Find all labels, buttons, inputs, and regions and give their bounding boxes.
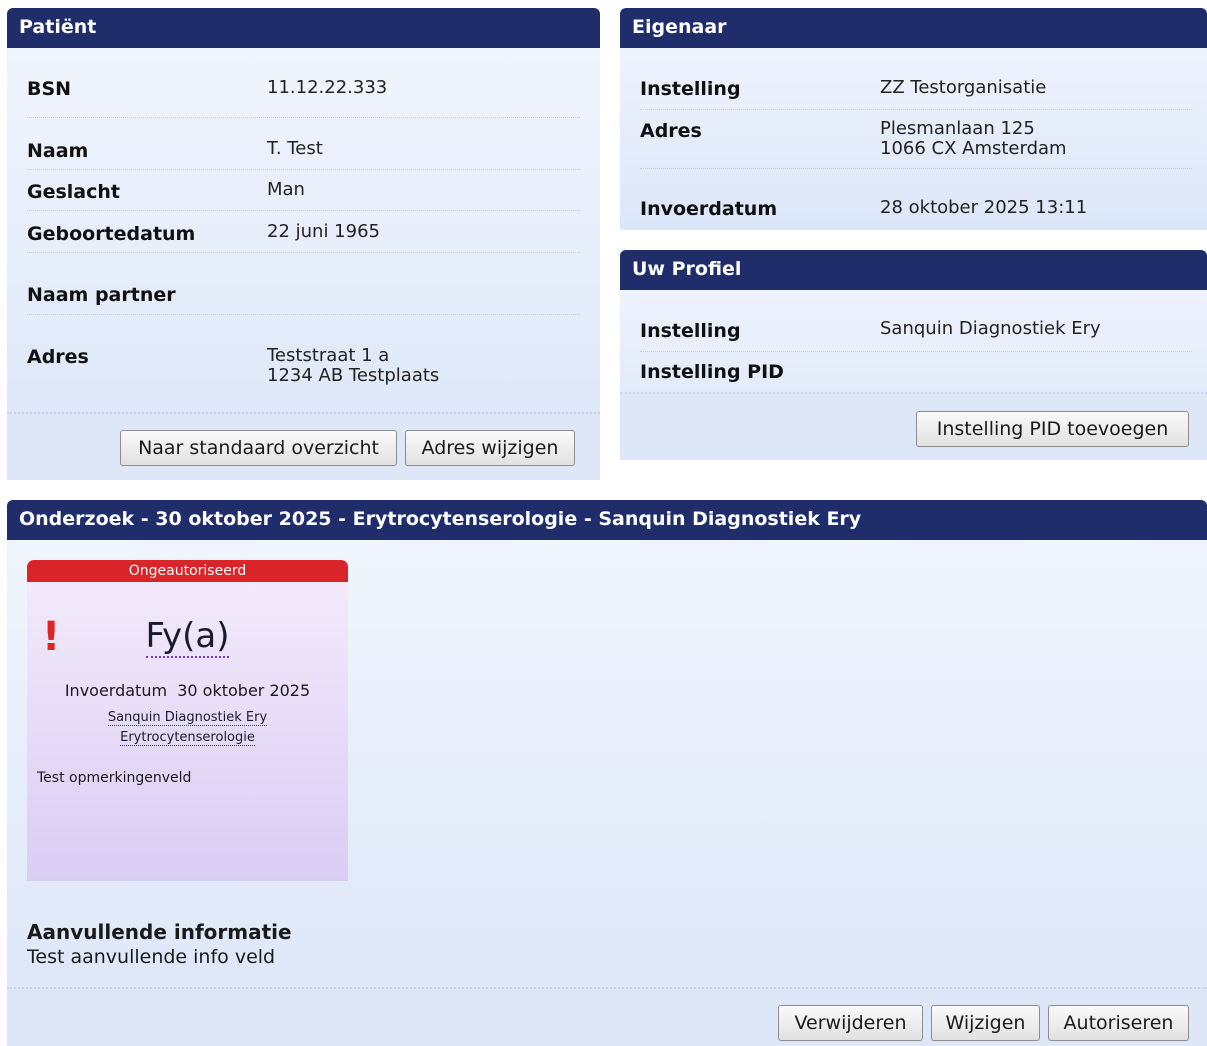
- patient-footer: Naar standaard overzicht Adres wijzigen: [7, 412, 600, 480]
- authorize-button[interactable]: Autoriseren: [1048, 1005, 1189, 1041]
- profile-institution-row: Instelling Sanquin Diagnostiek Ery: [640, 310, 1192, 352]
- exam-panel-title: Onderzoek - 30 oktober 2025 - Erytrocyte…: [7, 500, 1207, 540]
- delete-button[interactable]: Verwijderen: [778, 1005, 923, 1041]
- patient-gender-row: Geslacht Man: [27, 171, 580, 211]
- patient-panel-title: Patiënt: [7, 8, 600, 48]
- field-label: BSN: [27, 78, 72, 100]
- authorization-status-badge: Ongeautoriseerd: [27, 560, 348, 582]
- additional-info-text: Test aanvullende info veld: [27, 946, 276, 968]
- remarks-text: Test opmerkingenveld: [37, 770, 192, 786]
- patient-birthdate-row: Geboortedatum 22 juni 1965: [27, 212, 580, 253]
- edit-button[interactable]: Wijzigen: [931, 1005, 1040, 1041]
- field-value: 11.12.22.333: [267, 77, 388, 98]
- field-label: Instelling PID: [640, 361, 784, 383]
- field-label: Naam partner: [27, 284, 176, 306]
- field-value: ZZ Testorganisatie: [880, 77, 1047, 98]
- field-value: Man: [267, 179, 305, 200]
- patient-name-row: Naam T. Test: [27, 130, 580, 170]
- field-value: 28 oktober 2025 13:11: [880, 197, 1088, 218]
- test-name-link[interactable]: Fy(a): [145, 616, 230, 658]
- entry-date-label: Invoerdatum: [64, 681, 168, 700]
- patient-address-row: Adres Teststraat 1 a 1234 AB Testplaats: [27, 316, 580, 388]
- field-label: Adres: [27, 346, 89, 368]
- entry-date: Invoerdatum 30 oktober 2025: [27, 681, 348, 700]
- patient-bsn-row: BSN 11.12.22.333: [27, 68, 580, 118]
- exam-panel: Onderzoek - 30 oktober 2025 - Erytrocyte…: [7, 500, 1207, 1046]
- profile-footer: Instelling PID toevoegen: [620, 392, 1207, 460]
- department-link[interactable]: Erytrocytenserologie: [120, 730, 255, 746]
- exam-footer: Verwijderen Wijzigen Autoriseren: [7, 987, 1207, 1046]
- entry-date-value: 30 oktober 2025: [177, 681, 311, 700]
- owner-panel-title: Eigenaar: [620, 8, 1207, 48]
- profile-panel: Uw Profiel Instelling Sanquin Diagnostie…: [620, 250, 1207, 460]
- additional-info-heading: Aanvullende informatie: [27, 920, 292, 944]
- field-value: Plesmanlaan 125 1066 CX Amsterdam: [880, 118, 1067, 159]
- field-label: Invoerdatum: [640, 198, 778, 220]
- owner-institution-row: Instelling ZZ Testorganisatie: [640, 68, 1192, 110]
- profile-panel-title: Uw Profiel: [620, 250, 1207, 290]
- owner-entry-date-row: Invoerdatum 28 oktober 2025 13:11: [640, 170, 1192, 225]
- field-value: T. Test: [267, 138, 323, 159]
- field-label: Instelling: [640, 78, 741, 100]
- owner-panel: Eigenaar Instelling ZZ Testorganisatie A…: [620, 8, 1207, 230]
- lab-link[interactable]: Sanquin Diagnostiek Ery: [107, 710, 268, 726]
- field-label: Naam: [27, 140, 89, 162]
- field-value: Teststraat 1 a 1234 AB Testplaats: [267, 345, 440, 386]
- field-value: 22 juni 1965: [267, 221, 380, 242]
- patient-panel: Patiënt BSN 11.12.22.333 Naam T. Test Ge…: [7, 8, 600, 480]
- field-label: Adres: [640, 120, 702, 142]
- field-label: Geslacht: [27, 181, 120, 203]
- patient-partner-row: Naam partner: [27, 254, 580, 315]
- test-result-card[interactable]: Ongeautoriseerd ! Fy(a) Invoerdatum 30 o…: [27, 560, 348, 881]
- owner-address-row: Adres Plesmanlaan 125 1066 CX Amsterdam: [640, 111, 1192, 169]
- add-institution-pid-button[interactable]: Instelling PID toevoegen: [916, 411, 1189, 447]
- department-name: Erytrocytenserologie: [27, 730, 348, 746]
- profile-pid-row: Instelling PID: [640, 353, 1192, 389]
- overview-button[interactable]: Naar standaard overzicht: [120, 430, 397, 466]
- field-value: Sanquin Diagnostiek Ery: [880, 318, 1101, 339]
- lab-name: Sanquin Diagnostiek Ery: [27, 710, 348, 726]
- field-label: Geboortedatum: [27, 223, 196, 245]
- test-name: Fy(a): [27, 616, 348, 658]
- field-label: Instelling: [640, 320, 741, 342]
- change-address-button[interactable]: Adres wijzigen: [405, 430, 575, 466]
